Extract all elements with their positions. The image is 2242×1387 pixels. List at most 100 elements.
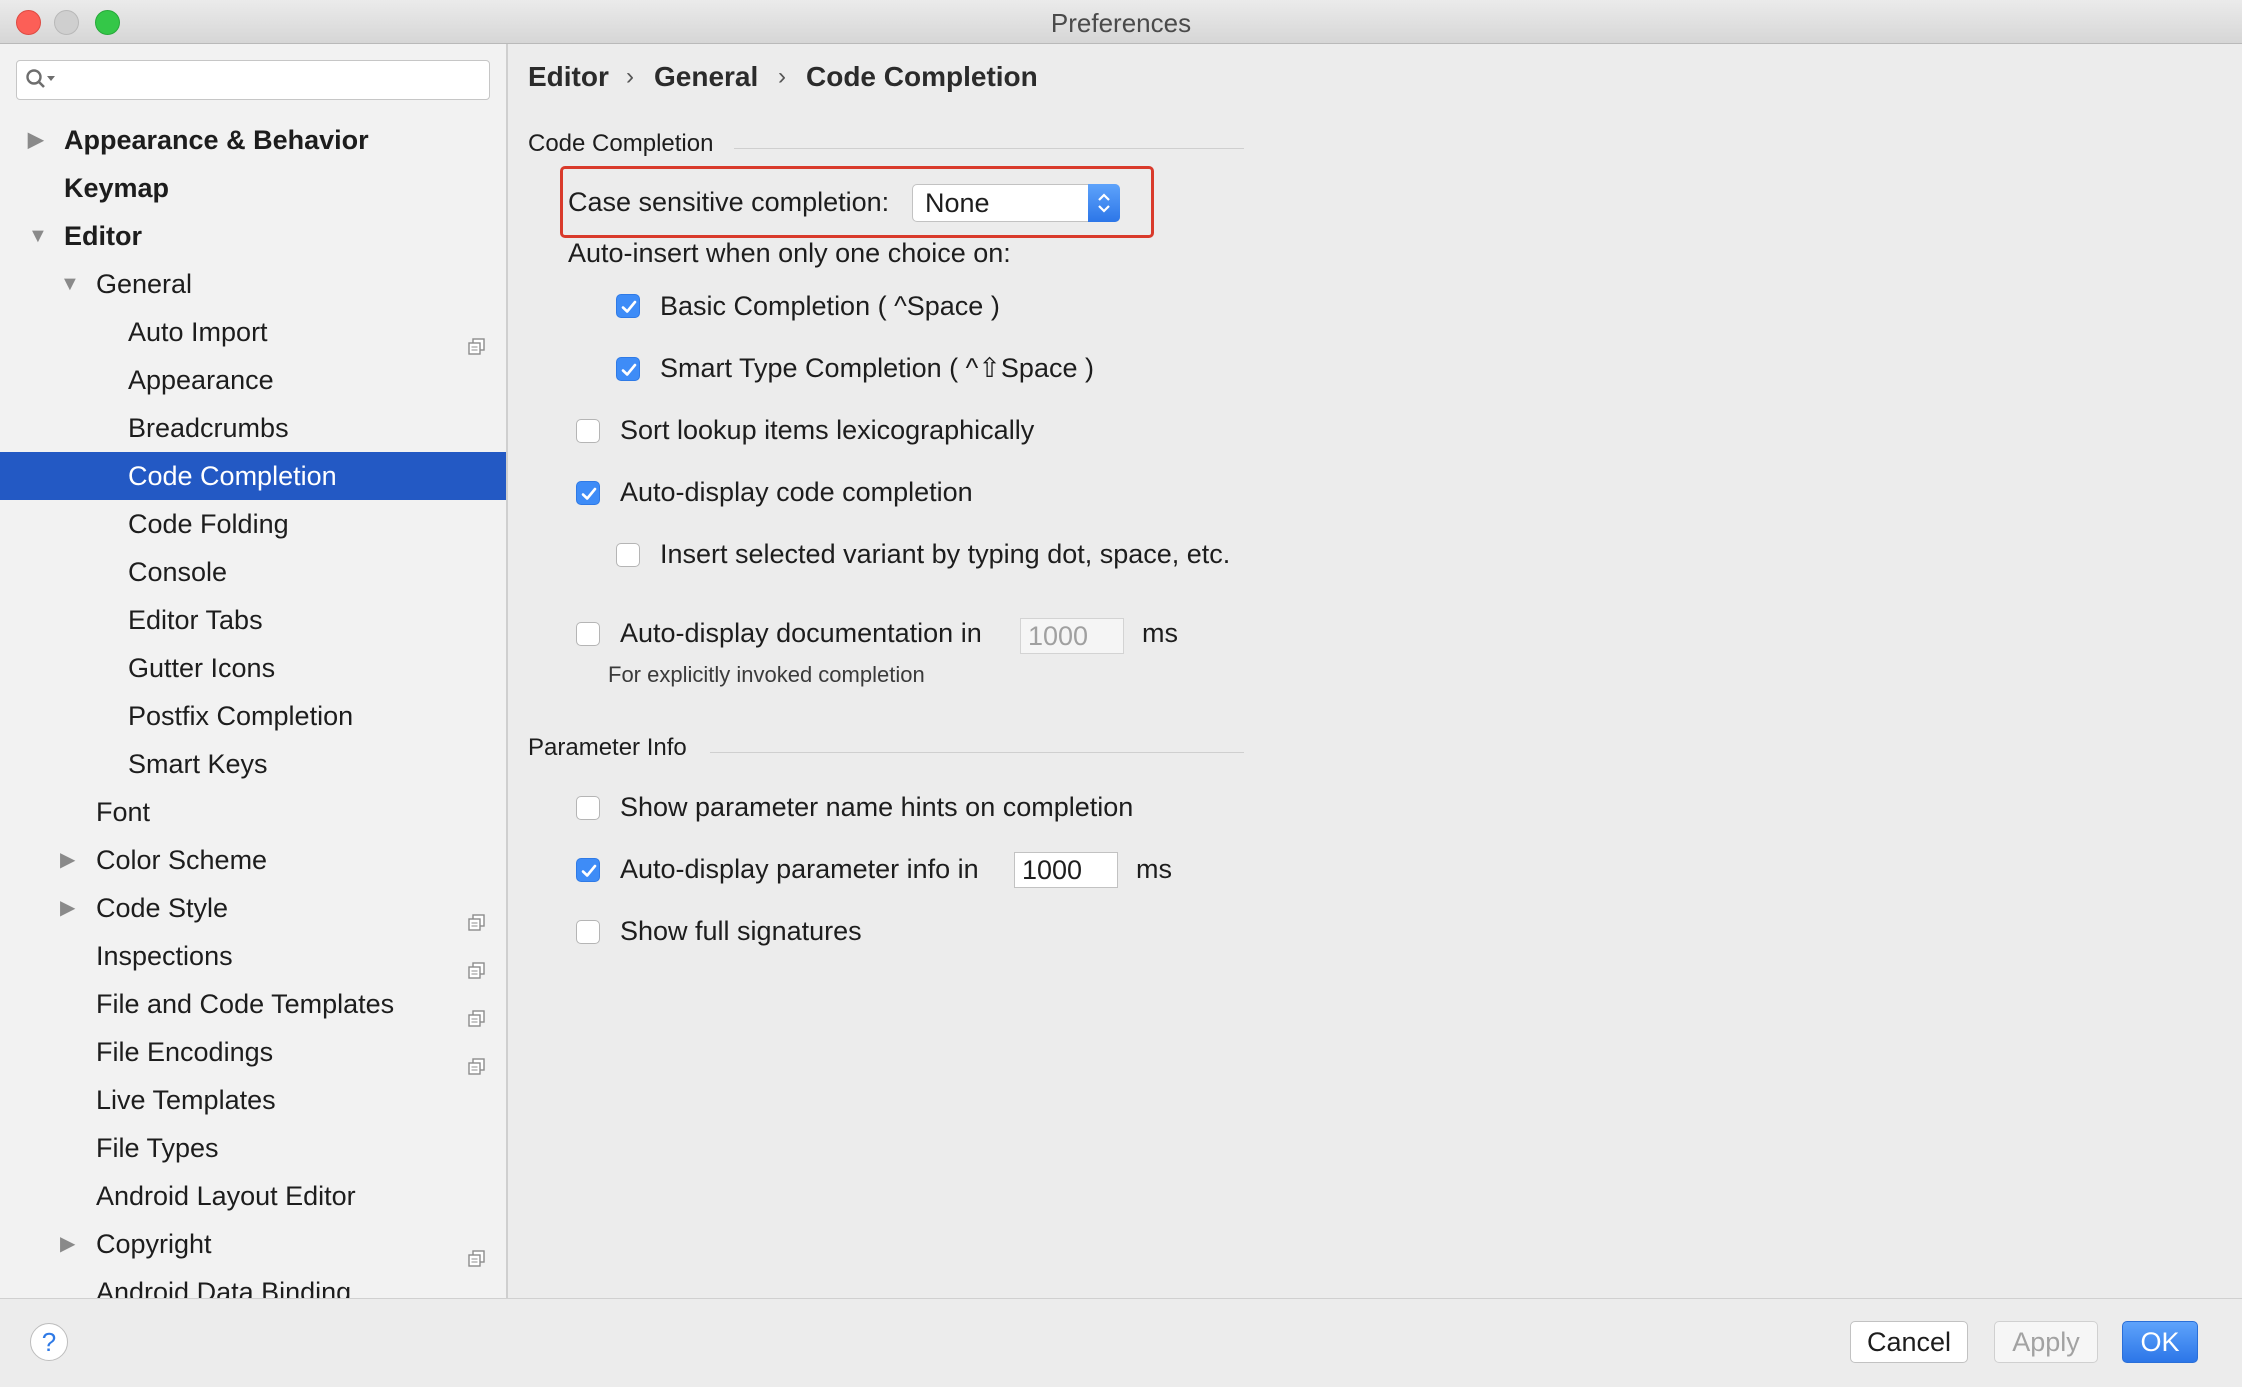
sort-lookup-label: Sort lookup items lexicographically xyxy=(620,415,1035,445)
search-icon xyxy=(26,69,55,88)
sidebar-item-color-scheme[interactable]: ▶ Color Scheme xyxy=(0,836,506,884)
insert-selected-variant-checkbox[interactable] xyxy=(616,543,640,567)
ok-button[interactable]: OK xyxy=(2122,1321,2198,1363)
show-full-signatures-label: Show full signatures xyxy=(620,916,862,946)
sidebar-item-copyright[interactable]: ▶ Copyright xyxy=(0,1220,506,1268)
sidebar-item-label: Code Completion xyxy=(128,461,337,491)
show-full-signatures-checkbox[interactable] xyxy=(576,920,600,944)
select-stepper-icon[interactable] xyxy=(1088,184,1120,222)
sidebar-item-label: File Types xyxy=(96,1133,219,1163)
sidebar-item-label: File Encodings xyxy=(96,1037,274,1067)
basic-completion-label: Basic Completion ( ^Space ) xyxy=(660,291,1000,321)
sidebar-item-font[interactable]: Font xyxy=(0,788,506,836)
sidebar-item-label: File and Code Templates xyxy=(96,989,395,1019)
case-sensitive-select[interactable]: None xyxy=(912,184,1120,222)
basic-completion-checkbox[interactable] xyxy=(616,294,640,318)
doc-delay-input[interactable]: 1000 xyxy=(1020,618,1124,654)
auto-insert-label: Auto-insert when only one choice on: xyxy=(568,238,1011,268)
sidebar-item-file-encodings[interactable]: File Encodings xyxy=(0,1028,506,1076)
settings-tree: ▶ Appearance & Behavior Keymap ▼ Editor ▼ Gene… xyxy=(0,116,506,1298)
sidebar-item-code-folding[interactable]: Code Folding xyxy=(0,500,506,548)
sidebar-item-keymap[interactable]: Keymap xyxy=(0,164,506,212)
title-bar: Preferences xyxy=(0,0,2242,44)
apply-button[interactable]: Apply xyxy=(1994,1321,2098,1363)
show-param-name-hints-checkbox[interactable] xyxy=(576,796,600,820)
sidebar-item-inspections[interactable]: Inspections xyxy=(0,932,506,980)
auto-display-doc-checkbox[interactable] xyxy=(576,622,600,646)
breadcrumb-separator: › xyxy=(626,63,634,90)
sidebar-item-code-completion[interactable]: Code Completion xyxy=(0,452,506,500)
checkmark-icon xyxy=(581,864,597,877)
auto-display-completion-checkbox[interactable] xyxy=(576,481,600,505)
sidebar-item-android-layout-editor[interactable]: Android Layout Editor xyxy=(0,1172,506,1220)
help-button[interactable]: ? xyxy=(30,1323,68,1361)
breadcrumb-separator: › xyxy=(778,63,786,90)
sidebar-item-label: Copyright xyxy=(96,1229,212,1259)
sidebar-item-label: Appearance & Behavior xyxy=(64,125,369,155)
expanded-arrow-icon[interactable]: ▼ xyxy=(28,212,48,260)
sidebar-item-editor-tabs[interactable]: Editor Tabs xyxy=(0,596,506,644)
sidebar-item-label: Postfix Completion xyxy=(128,701,354,731)
auto-display-param-checkbox[interactable] xyxy=(576,858,600,882)
sidebar-item-label: Appearance xyxy=(128,365,274,395)
sidebar-item-android-data-binding[interactable]: Android Data Binding xyxy=(0,1268,506,1298)
sidebar-item-label: Console xyxy=(128,557,228,587)
sidebar-item-file-types[interactable]: File Types xyxy=(0,1124,506,1172)
sidebar-item-appearance-behavior[interactable]: ▶ Appearance & Behavior xyxy=(0,116,506,164)
sidebar-item-smart-keys[interactable]: Smart Keys xyxy=(0,740,506,788)
window-title: Preferences xyxy=(1050,8,1192,38)
cancel-button[interactable]: Cancel xyxy=(1850,1321,1968,1363)
doc-hint-text: For explicitly invoked completion xyxy=(608,662,925,687)
sidebar-item-label: Smart Keys xyxy=(128,749,268,779)
sidebar-item-general[interactable]: ▼ General xyxy=(0,260,506,308)
case-sensitive-value: None xyxy=(925,188,990,218)
breadcrumb-code-completion: Code Completion xyxy=(806,61,1038,92)
sidebar-item-label: Font xyxy=(96,797,151,827)
sidebar-item-label: Color Scheme xyxy=(96,845,268,875)
collapsed-arrow-icon[interactable]: ▶ xyxy=(28,116,43,164)
sidebar-item-auto-import[interactable]: Auto Import xyxy=(0,308,506,356)
collapsed-arrow-icon[interactable]: ▶ xyxy=(60,836,75,884)
parameter-info-section-title: Parameter Info xyxy=(528,734,687,761)
sidebar-item-appearance[interactable]: Appearance xyxy=(0,356,506,404)
sidebar-item-gutter-icons[interactable]: Gutter Icons xyxy=(0,644,506,692)
auto-display-param-label: Auto-display parameter info in xyxy=(620,854,979,884)
param-delay-unit: ms xyxy=(1136,854,1172,884)
section-divider xyxy=(734,148,1244,149)
sidebar-item-label: Editor Tabs xyxy=(128,605,263,635)
sidebar-item-label: Live Templates xyxy=(96,1085,276,1115)
preferences-window: Preferences ▶ Appearance & Behavior Keymap… xyxy=(0,0,2242,1387)
settings-search-field[interactable] xyxy=(16,60,490,100)
sidebar-item-breadcrumbs[interactable]: Breadcrumbs xyxy=(0,404,506,452)
sidebar-item-live-templates[interactable]: Live Templates xyxy=(0,1076,506,1124)
breadcrumb-editor[interactable]: Editor xyxy=(528,61,609,93)
collapsed-arrow-icon[interactable]: ▶ xyxy=(60,1220,75,1268)
smart-type-completion-label: Smart Type Completion ( ^⇧Space ) xyxy=(660,353,1094,383)
section-divider xyxy=(710,752,1244,753)
sidebar-item-file-and-code-templates[interactable]: File and Code Templates xyxy=(0,980,506,1028)
breadcrumb-general[interactable]: General xyxy=(654,61,758,93)
sidebar-item-label: Gutter Icons xyxy=(128,653,276,683)
collapsed-arrow-icon[interactable]: ▶ xyxy=(60,884,75,932)
sidebar-item-label: Android Layout Editor xyxy=(96,1181,356,1211)
checkmark-icon xyxy=(621,363,637,376)
show-param-name-hints-label: Show parameter name hints on completion xyxy=(620,792,1134,822)
smart-type-completion-checkbox[interactable] xyxy=(616,357,640,381)
doc-delay-unit: ms xyxy=(1142,618,1178,648)
sidebar-item-label: General xyxy=(96,269,193,299)
param-delay-input[interactable]: 1000 xyxy=(1014,852,1118,888)
sort-lookup-checkbox[interactable] xyxy=(576,419,600,443)
expanded-arrow-icon[interactable]: ▼ xyxy=(60,260,80,308)
sidebar-item-code-style[interactable]: ▶ Code Style xyxy=(0,884,506,932)
settings-sidebar: ▶ Appearance & Behavior Keymap ▼ Editor ▼ Gene… xyxy=(0,44,508,1298)
code-completion-section-title: Code Completion xyxy=(528,130,714,157)
auto-display-completion-label: Auto-display code completion xyxy=(620,477,973,507)
sidebar-item-console[interactable]: Console xyxy=(0,548,506,596)
dialog-footer: ? Cancel Apply OK xyxy=(0,1298,2242,1387)
sidebar-item-postfix-completion[interactable]: Postfix Completion xyxy=(0,692,506,740)
checkmark-icon xyxy=(621,300,637,313)
insert-selected-variant-label: Insert selected variant by typing dot, s… xyxy=(660,539,1231,569)
auto-display-doc-label: Auto-display documentation in xyxy=(620,618,982,648)
sidebar-item-editor[interactable]: ▼ Editor xyxy=(0,212,506,260)
sidebar-item-label: Auto Import xyxy=(128,317,268,347)
